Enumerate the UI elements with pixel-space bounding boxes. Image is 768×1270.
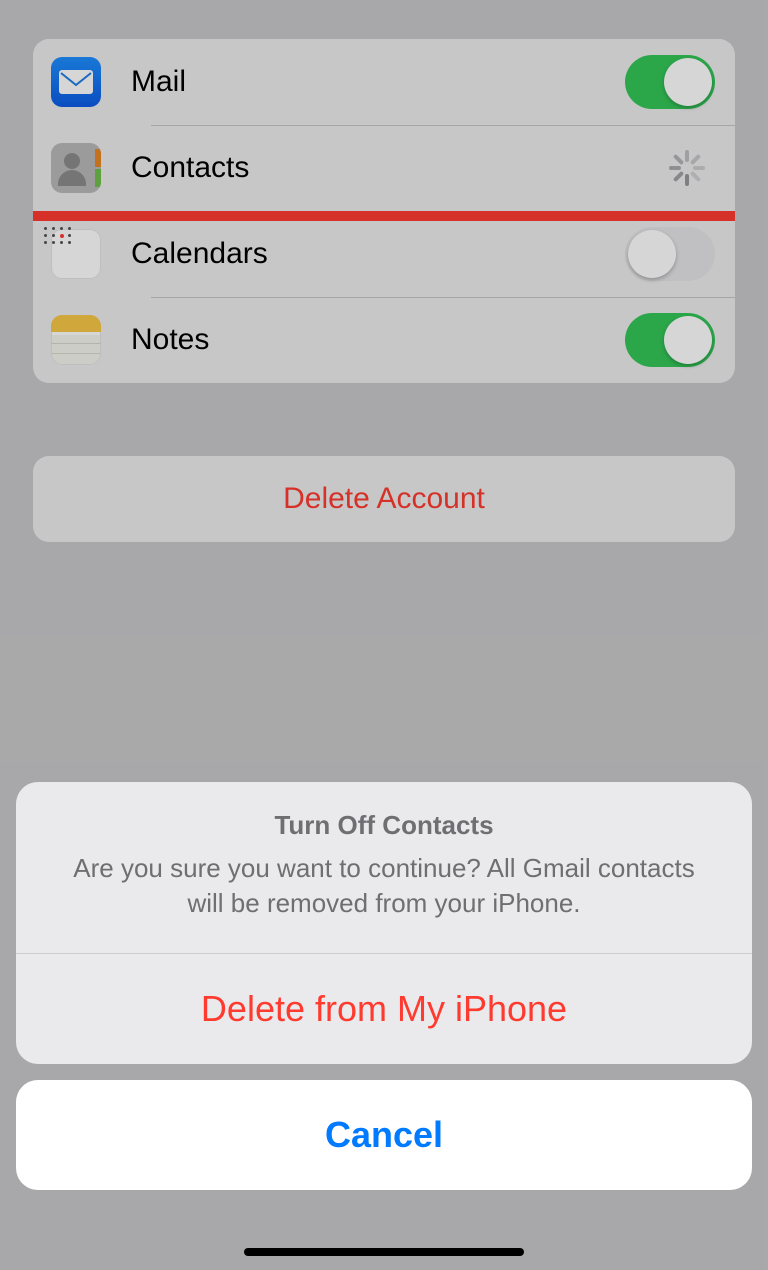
contacts-row: Contacts bbox=[33, 125, 735, 211]
loading-spinner-icon bbox=[667, 148, 707, 188]
notes-icon bbox=[51, 315, 101, 365]
delete-from-iphone-button[interactable]: Delete from My iPhone bbox=[16, 954, 752, 1064]
notes-toggle[interactable] bbox=[625, 313, 715, 367]
cancel-button[interactable]: Cancel bbox=[16, 1080, 752, 1190]
notes-label: Notes bbox=[131, 323, 625, 357]
contacts-icon bbox=[51, 143, 101, 193]
calendars-toggle[interactable] bbox=[625, 227, 715, 281]
mail-icon bbox=[51, 57, 101, 107]
action-sheet-message: Are you sure you want to continue? All G… bbox=[56, 851, 712, 921]
delete-account-button[interactable]: Delete Account bbox=[33, 456, 735, 542]
action-sheet-title: Turn Off Contacts bbox=[56, 810, 712, 841]
mail-toggle[interactable] bbox=[625, 55, 715, 109]
notes-row: Notes bbox=[33, 297, 735, 383]
account-services-group: Mail Contacts bbox=[33, 39, 735, 383]
mail-label: Mail bbox=[131, 65, 625, 99]
action-sheet: Turn Off Contacts Are you sure you want … bbox=[16, 782, 752, 1190]
action-sheet-header: Turn Off Contacts Are you sure you want … bbox=[16, 782, 752, 953]
mail-row: Mail bbox=[33, 39, 735, 125]
calendar-icon bbox=[51, 229, 101, 279]
contacts-label: Contacts bbox=[131, 151, 667, 185]
home-indicator[interactable] bbox=[244, 1248, 524, 1256]
delete-account-label: Delete Account bbox=[283, 482, 485, 516]
action-sheet-body: Turn Off Contacts Are you sure you want … bbox=[16, 782, 752, 1064]
calendars-row: Calendars bbox=[33, 211, 735, 297]
